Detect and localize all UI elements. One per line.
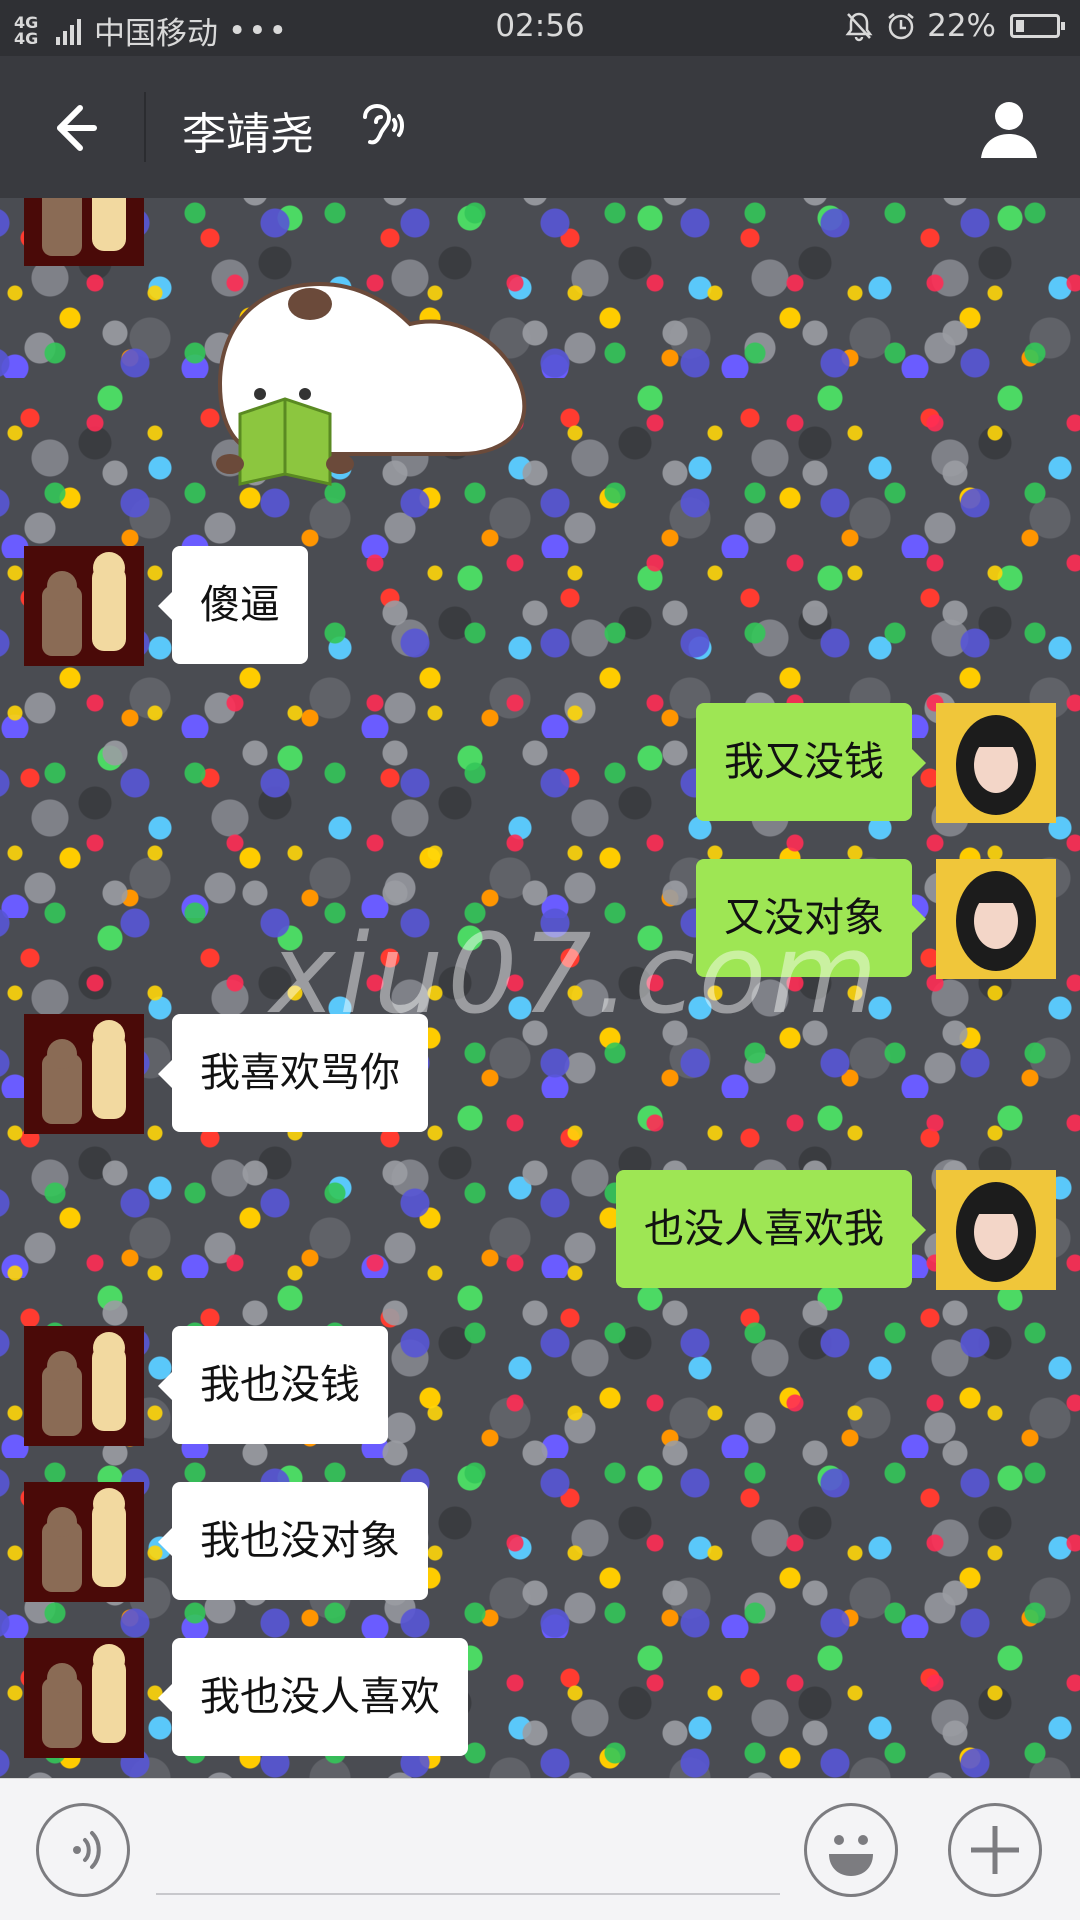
status-bar: 4G 4G 中国移动 ••• 02:56 22% — [0, 0, 1080, 56]
battery-level — [1016, 20, 1025, 32]
figure-avatar-image — [24, 198, 144, 266]
battery-icon — [1010, 14, 1065, 38]
my-avatar[interactable] — [936, 859, 1056, 979]
chat-message-area[interactable]: 傻逼 我又没钱 又没对象 我喜欢骂你 也没人喜欢我 我也没钱 我也没对象 我也没人喜欢 xiu… — [0, 198, 1080, 1778]
girl-avatar-image — [936, 859, 1056, 979]
figure-avatar-image — [24, 1482, 144, 1602]
alarm-clock-icon — [888, 13, 914, 40]
status-right: 22% — [843, 8, 1065, 44]
message-input[interactable] — [156, 1809, 780, 1895]
girl-avatar-image — [936, 1170, 1056, 1290]
emoji-button[interactable] — [804, 1803, 898, 1897]
notification-bell-icon — [845, 12, 873, 42]
sent-message-bubble[interactable]: 我又没钱 — [696, 703, 926, 821]
contact-avatar[interactable] — [24, 1326, 144, 1446]
contact-avatar[interactable] — [24, 546, 144, 666]
voice-input-icon — [73, 1831, 101, 1869]
earpiece-mode-icon — [363, 103, 404, 145]
plus-more-icon — [971, 1826, 1019, 1874]
contact-avatar[interactable] — [24, 198, 144, 266]
input-bar — [0, 1778, 1080, 1920]
received-message-bubble[interactable]: 我也没对象 — [158, 1482, 428, 1600]
figure-avatar-image — [24, 546, 144, 666]
chat-screen: 4G 4G 中国移动 ••• 02:56 22% 李靖尧 傻逼 我又没钱 又没对… — [0, 0, 1080, 1920]
panda-reading-book-sticker[interactable] — [200, 264, 540, 504]
nav-bar: 李靖尧 — [0, 56, 1080, 198]
my-avatar[interactable] — [936, 1170, 1056, 1290]
received-message-bubble[interactable]: 我也没钱 — [158, 1326, 388, 1444]
received-message-bubble[interactable]: 我也没人喜欢 — [158, 1638, 468, 1756]
contact-avatar[interactable] — [24, 1014, 144, 1134]
chat-title: 李靖尧 — [182, 109, 314, 160]
battery-percent: 22% — [927, 8, 996, 44]
back-arrow-icon[interactable] — [40, 98, 100, 158]
sent-message-bubble[interactable]: 也没人喜欢我 — [616, 1170, 926, 1288]
contact-avatar[interactable] — [24, 1482, 144, 1602]
plus-more-button[interactable] — [948, 1803, 1042, 1897]
figure-avatar-image — [24, 1638, 144, 1758]
received-message-bubble[interactable]: 傻逼 — [158, 546, 308, 664]
figure-avatar-image — [24, 1014, 144, 1134]
contact-avatar[interactable] — [24, 1638, 144, 1758]
girl-avatar-image — [936, 703, 1056, 823]
nav-divider — [144, 92, 146, 162]
my-avatar[interactable] — [936, 703, 1056, 823]
person-profile-icon[interactable] — [976, 96, 1042, 162]
watermark-text: xiu07.com — [270, 910, 882, 1038]
voice-input-button[interactable] — [36, 1803, 130, 1897]
emoji-smile-icon — [829, 1835, 873, 1876]
figure-avatar-image — [24, 1326, 144, 1446]
